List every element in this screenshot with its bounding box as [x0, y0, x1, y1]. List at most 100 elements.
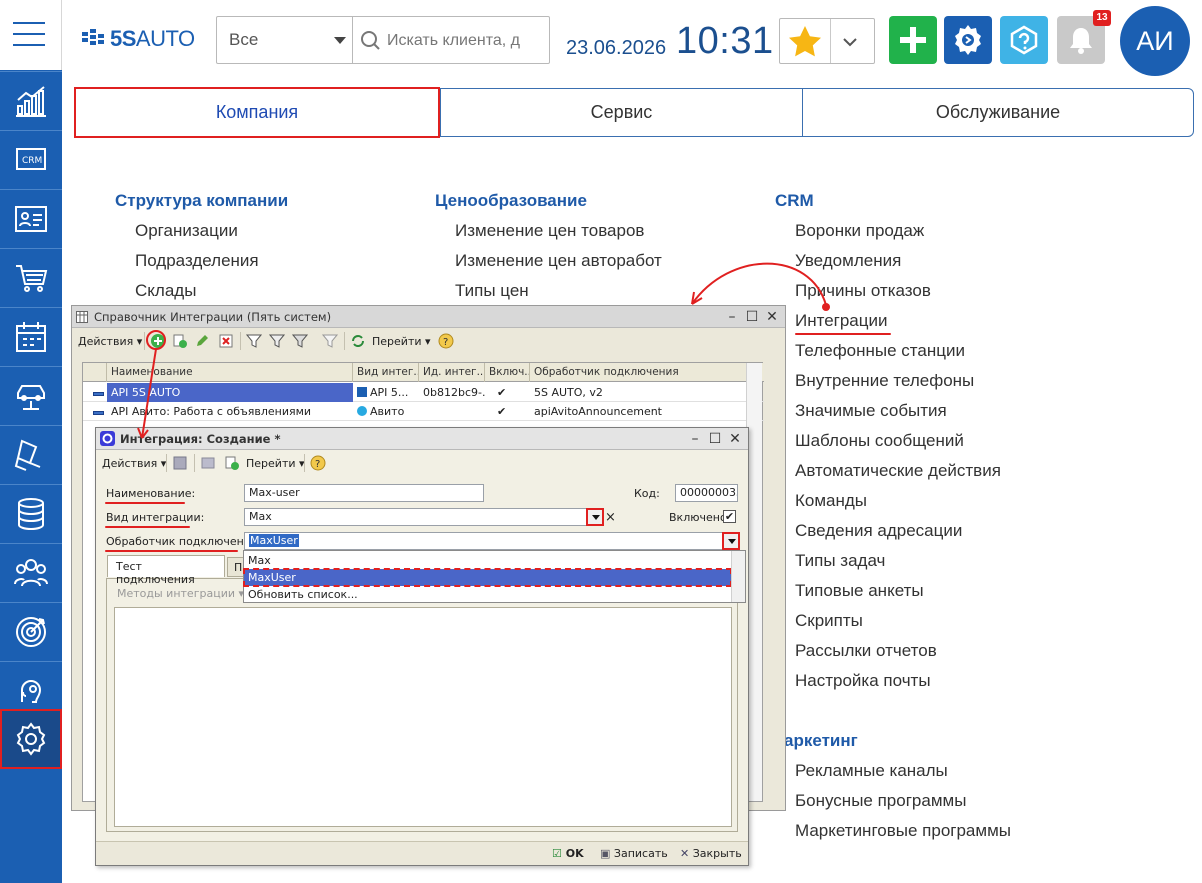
handler-dropdown-button[interactable]: [722, 532, 740, 550]
tab-company[interactable]: Компания: [74, 87, 440, 138]
column-header-enabled[interactable]: Включ...: [485, 363, 530, 382]
calendar-icon[interactable]: [0, 307, 62, 365]
copy-icon[interactable]: [172, 333, 188, 349]
filter-clear-icon[interactable]: [322, 333, 338, 349]
actions-menu[interactable]: Действия ▾: [78, 335, 142, 348]
actions-menu[interactable]: Действия ▾: [102, 457, 166, 470]
tab-maintenance[interactable]: Обслуживание: [802, 89, 1193, 136]
menu-icon[interactable]: [0, 0, 62, 70]
column-header-kind[interactable]: Вид интег...: [353, 363, 419, 382]
menu-link-internal-phones[interactable]: Внутренние телефоны: [795, 371, 974, 391]
search-icon[interactable]: [359, 29, 381, 51]
save-button[interactable]: ▣ Записать: [600, 847, 668, 860]
delete-icon[interactable]: [218, 333, 234, 349]
settings-icon[interactable]: [0, 709, 62, 769]
logo[interactable]: 5SAUTO: [82, 26, 195, 51]
enabled-checkbox[interactable]: ✔: [723, 510, 736, 523]
dropdown-option[interactable]: Max: [244, 552, 731, 569]
car-lift-icon[interactable]: [0, 366, 62, 424]
menu-link-price-types[interactable]: Типы цен: [455, 281, 529, 301]
minimize-icon[interactable]: –: [723, 308, 741, 326]
menu-link-ad-channels[interactable]: Рекламные каналы: [795, 761, 948, 781]
goto-menu[interactable]: Перейти ▾: [372, 335, 431, 348]
crm-icon[interactable]: CRM: [0, 130, 62, 188]
kind-dropdown-button[interactable]: [586, 508, 604, 526]
menu-link-bonus-programs[interactable]: Бонусные программы: [795, 791, 966, 811]
add-row-icon[interactable]: [150, 333, 166, 349]
dropdown-option-selected[interactable]: MaxUser: [243, 568, 732, 587]
menu-link-phone-stations[interactable]: Телефонные станции: [795, 341, 965, 361]
help-icon[interactable]: ?: [438, 333, 454, 349]
menu-link-task-types[interactable]: Типы задач: [795, 551, 885, 571]
menu-link-templates[interactable]: Шаблоны сообщений: [795, 431, 964, 451]
help-icon[interactable]: ?: [310, 455, 326, 471]
parts-icon[interactable]: [0, 425, 62, 483]
tab-service[interactable]: Сервис: [440, 89, 802, 136]
menu-link-departments[interactable]: Подразделения: [135, 251, 259, 271]
favorites-dropdown[interactable]: [779, 18, 875, 64]
menu-link-scripts[interactable]: Скрипты: [795, 611, 863, 631]
methods-menu[interactable]: Методы интеграции ▾: [117, 587, 244, 600]
filter-icon[interactable]: [246, 333, 262, 349]
column-header-name[interactable]: Наименование: [107, 363, 353, 382]
menu-link-notifications[interactable]: Уведомления: [795, 251, 901, 271]
analytics-icon[interactable]: [0, 71, 62, 129]
minimize-icon[interactable]: –: [686, 430, 704, 448]
admin-settings-button[interactable]: [944, 16, 992, 64]
form-icon[interactable]: [200, 455, 216, 471]
column-header-id[interactable]: Ид. интег...: [419, 363, 485, 382]
name-field[interactable]: Max-user: [244, 484, 484, 502]
menu-link-refusal-reasons[interactable]: Причины отказов: [795, 281, 931, 301]
save-disk-icon[interactable]: [172, 455, 188, 471]
menu-link-integrations[interactable]: Интеграции: [795, 311, 888, 331]
menu-link-surveys[interactable]: Типовые анкеты: [795, 581, 924, 601]
kind-clear-icon[interactable]: ×: [605, 510, 616, 525]
copy-icon[interactable]: [224, 455, 240, 471]
column-header-handler[interactable]: Обработчик подключения: [530, 363, 748, 382]
methods-area[interactable]: [114, 607, 732, 827]
ok-button[interactable]: ☑ OK: [552, 847, 584, 860]
database-icon[interactable]: [0, 484, 62, 542]
cart-icon[interactable]: [0, 248, 62, 306]
tab-connection-test[interactable]: Тест подключения: [107, 555, 225, 586]
menu-link-warehouses[interactable]: Склады: [135, 281, 196, 301]
menu-link-mail-settings[interactable]: Настройка почты: [795, 671, 931, 691]
filter-menu-icon[interactable]: [292, 333, 308, 349]
menu-link-goods-prices[interactable]: Изменение цен товаров: [455, 221, 644, 241]
menu-link-marketing-programs[interactable]: Маркетинговые программы: [795, 821, 1011, 841]
menu-link-auto-actions[interactable]: Автоматические действия: [795, 461, 1001, 481]
contacts-icon[interactable]: [0, 189, 62, 247]
dropdown-option-refresh[interactable]: Обновить список...: [244, 586, 731, 603]
search-scope-select[interactable]: Все: [217, 17, 353, 63]
avatar[interactable]: АИ: [1120, 6, 1190, 76]
refresh-icon[interactable]: [350, 333, 366, 349]
table-row[interactable]: API Авито: Работа с объявлениями Авито ✔…: [83, 402, 764, 421]
edit-icon[interactable]: [194, 333, 210, 349]
table-row[interactable]: API 5S AUTO API 5... 0b812bc9-... ✔ 5S A…: [83, 383, 764, 402]
menu-link-events[interactable]: Значимые события: [795, 401, 947, 421]
add-button[interactable]: [889, 16, 937, 64]
menu-link-sales-funnels[interactable]: Воронки продаж: [795, 221, 924, 241]
handler-field[interactable]: MaxUser: [244, 532, 738, 550]
menu-link-addressing[interactable]: Сведения адресации: [795, 521, 962, 541]
maximize-icon[interactable]: ☐: [743, 308, 761, 326]
maximize-icon[interactable]: ☐: [706, 430, 724, 448]
menu-link-work-prices[interactable]: Изменение цен авторабот: [455, 251, 662, 271]
search-input[interactable]: [387, 30, 547, 52]
menu-link-teams[interactable]: Команды: [795, 491, 867, 511]
menu-link-report-mailings[interactable]: Рассылки отчетов: [795, 641, 937, 661]
dropdown-scrollbar[interactable]: [731, 551, 745, 602]
kind-field[interactable]: Max: [244, 508, 602, 526]
code-field[interactable]: 000000033: [675, 484, 738, 502]
star-icon[interactable]: [786, 23, 824, 61]
target-icon[interactable]: [0, 602, 62, 660]
menu-link-organizations[interactable]: Организации: [135, 221, 238, 241]
close-icon[interactable]: ✕: [726, 430, 744, 448]
team-icon[interactable]: [0, 543, 62, 601]
close-button[interactable]: ✕ Закрыть: [680, 847, 742, 860]
support-button[interactable]: [1000, 16, 1048, 64]
goto-menu[interactable]: Перейти ▾: [246, 457, 305, 470]
chevron-down-icon[interactable]: [843, 37, 857, 47]
close-icon[interactable]: ✕: [763, 308, 781, 326]
filter-set-icon[interactable]: [269, 333, 285, 349]
